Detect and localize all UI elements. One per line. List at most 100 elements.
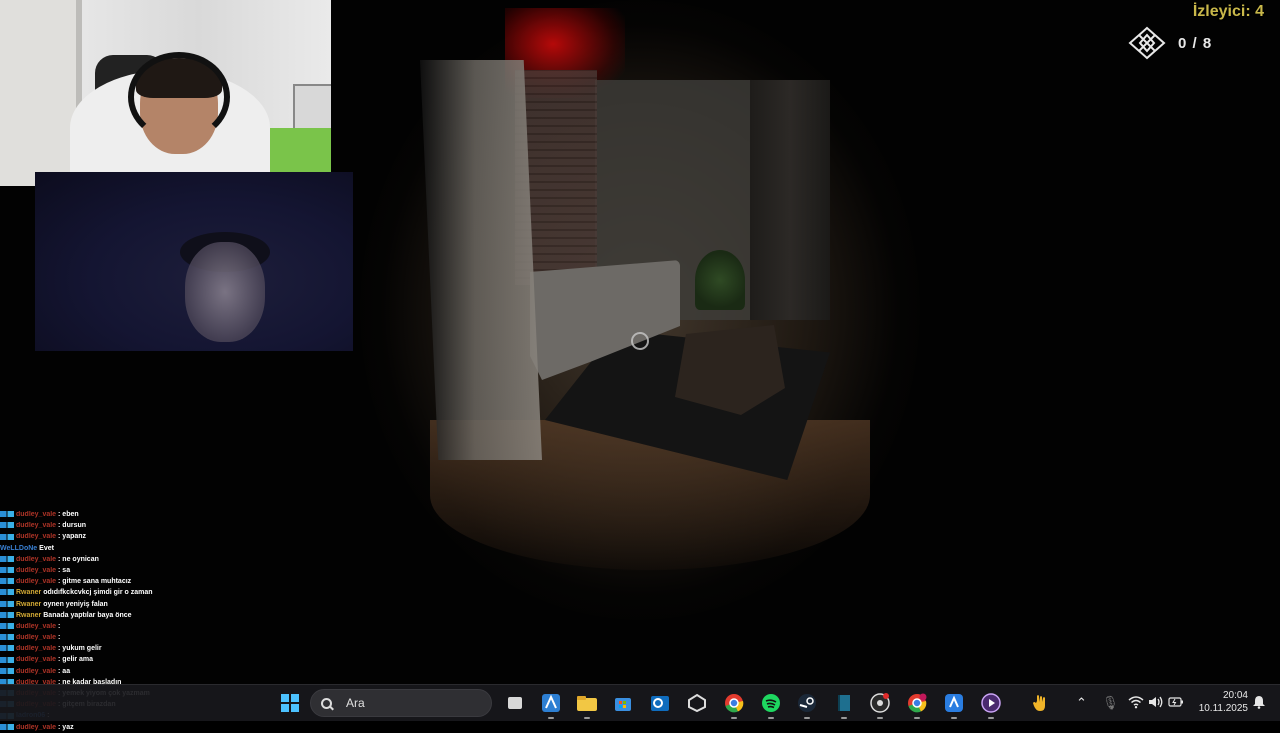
chat-username: dudley_vale bbox=[16, 511, 57, 518]
badge-icon bbox=[0, 611, 14, 618]
steam-icon[interactable] bbox=[793, 689, 821, 719]
chat-username: dudley_vale bbox=[16, 522, 57, 530]
chat-message: dudley_vale : dursun bbox=[0, 520, 260, 531]
webcam-2 bbox=[35, 172, 353, 351]
chat-message: Rwaner oynen yeniyiş falan bbox=[0, 599, 260, 610]
chat-username: dudley_vale bbox=[16, 667, 57, 675]
chat-message: dudley_vale : eben bbox=[0, 509, 260, 520]
chat-text: odıdıfkckcvkcj şimdi gir o zaman bbox=[41, 589, 153, 597]
chat-username: dudley_vale bbox=[16, 533, 57, 541]
chat-text: : yapanz bbox=[56, 533, 87, 541]
outlook-icon[interactable] bbox=[646, 689, 674, 717]
chat-text: : dursun bbox=[56, 522, 87, 530]
chat-text: oynen yeniyiş falan bbox=[41, 600, 108, 608]
chat-text: : sa bbox=[56, 566, 71, 574]
badge-icon bbox=[0, 634, 14, 641]
chat-username: Rwaner bbox=[16, 611, 42, 619]
unity-icon[interactable] bbox=[683, 689, 711, 717]
chat-message: dudley_vale : aa bbox=[0, 666, 260, 677]
wifi-icon[interactable] bbox=[1128, 695, 1144, 712]
media-player-icon[interactable] bbox=[977, 689, 1005, 719]
chat-username: dudley_vale bbox=[16, 645, 57, 653]
chrome-profile-icon[interactable] bbox=[903, 689, 931, 719]
chat-message: dudley_vale : ne oynican bbox=[0, 554, 260, 565]
chat-username: WeLLDoNe bbox=[0, 544, 38, 552]
hand-cursor-icon[interactable] bbox=[1027, 689, 1055, 717]
badge-icon bbox=[0, 511, 14, 518]
badge-icon bbox=[0, 555, 14, 562]
chat-message: WeLLDoNe Evet bbox=[0, 543, 260, 554]
search-icon bbox=[321, 697, 332, 709]
badge-icon bbox=[0, 522, 14, 529]
badge-icon bbox=[0, 533, 14, 540]
chat-username: dudley_vale bbox=[16, 656, 57, 664]
chat-text: : yaz bbox=[56, 723, 74, 731]
chat-text: : aa bbox=[56, 667, 71, 675]
badge-icon bbox=[0, 578, 14, 585]
search-box[interactable]: Ara bbox=[310, 689, 492, 717]
time: 20:04 bbox=[1222, 690, 1248, 701]
chat-message: Rwaner odıdıfkckcvkcj şimdi gir o zaman bbox=[0, 587, 260, 598]
person-face bbox=[185, 242, 265, 342]
chat-username: dudley_vale bbox=[16, 566, 57, 574]
chat-message: dudley_vale : yukum gelir bbox=[0, 643, 260, 654]
app-icon[interactable] bbox=[940, 689, 968, 719]
potted-plant bbox=[695, 250, 745, 310]
badge-icon bbox=[0, 723, 14, 730]
task-view-icon[interactable] bbox=[501, 689, 529, 717]
chat-message: dudley_vale : yaz bbox=[0, 722, 260, 733]
clock[interactable]: 20:04 10.11.2025 bbox=[1196, 689, 1248, 715]
book-icon[interactable] bbox=[830, 689, 858, 719]
chat-username: dudley_vale bbox=[16, 634, 57, 642]
obs-icon[interactable] bbox=[866, 689, 894, 719]
headset-icon bbox=[128, 52, 230, 142]
chrome-icon[interactable] bbox=[720, 689, 748, 719]
battery-icon[interactable] bbox=[1168, 695, 1184, 712]
microsoft-store-icon[interactable] bbox=[609, 689, 637, 717]
pillar-wall bbox=[420, 60, 542, 460]
azure-icon[interactable] bbox=[537, 689, 565, 719]
chat-message: dudley_vale : gitme sana muhtacız bbox=[0, 576, 260, 587]
webcam-1 bbox=[0, 0, 331, 186]
chat-message: dudley_vale : bbox=[0, 632, 260, 643]
chat-username: Rwaner bbox=[16, 589, 42, 597]
badge-icon bbox=[0, 623, 14, 630]
chat-message: dudley_vale : gelir ama bbox=[0, 654, 260, 665]
chat-text: : gelir ama bbox=[56, 656, 94, 664]
windows-start-icon[interactable] bbox=[276, 689, 304, 717]
chat-username: dudley_vale bbox=[16, 723, 57, 731]
chat-message: dudley_vale : bbox=[0, 621, 260, 632]
chat-message: Rwaner Banada yaptılar baya önce bbox=[0, 610, 260, 621]
search-placeholder: Ara bbox=[346, 696, 365, 710]
badge-icon bbox=[0, 656, 14, 663]
badge-icon bbox=[0, 589, 14, 596]
badge-icon bbox=[0, 600, 14, 607]
chat-text: : bbox=[56, 622, 61, 630]
notification-icon[interactable] bbox=[1252, 695, 1266, 712]
taskbar: Ara ⌃ 🎙 20:04 10.11.2025 bbox=[0, 684, 1280, 721]
chat-username: dudley_vale bbox=[16, 578, 57, 586]
chat-text: Evet bbox=[37, 544, 54, 552]
chevron-up-icon[interactable]: ⌃ bbox=[1076, 695, 1087, 711]
microphone-icon[interactable]: 🎙 bbox=[1102, 695, 1119, 711]
collect-count: 0 / 8 bbox=[1178, 34, 1213, 52]
curtain bbox=[750, 80, 830, 320]
chat-text: : bbox=[56, 634, 61, 642]
chat-message: dudley_vale : yapanz bbox=[0, 531, 260, 542]
chat-username: Rwaner bbox=[16, 600, 42, 608]
speaker-icon[interactable] bbox=[1148, 695, 1164, 712]
chat-message: dudley_vale : sa bbox=[0, 565, 260, 576]
spotify-icon[interactable] bbox=[757, 689, 785, 719]
chat-text: : eben bbox=[56, 511, 79, 518]
chat-username: dudley_vale bbox=[16, 555, 57, 563]
crosshair-icon bbox=[631, 332, 649, 350]
date: 10.11.2025 bbox=[1198, 703, 1248, 714]
knot-sigil-icon bbox=[1128, 26, 1166, 60]
chat-text: : gitme sana muhtacız bbox=[56, 578, 132, 586]
badge-icon bbox=[0, 667, 14, 674]
file-explorer-icon[interactable] bbox=[573, 689, 601, 719]
collectible-counter: 0 / 8 bbox=[1128, 26, 1212, 60]
chat-text: : yukum gelir bbox=[56, 645, 102, 653]
chat-text: : ne oynican bbox=[56, 555, 99, 563]
chat-username: dudley_vale bbox=[16, 622, 57, 630]
